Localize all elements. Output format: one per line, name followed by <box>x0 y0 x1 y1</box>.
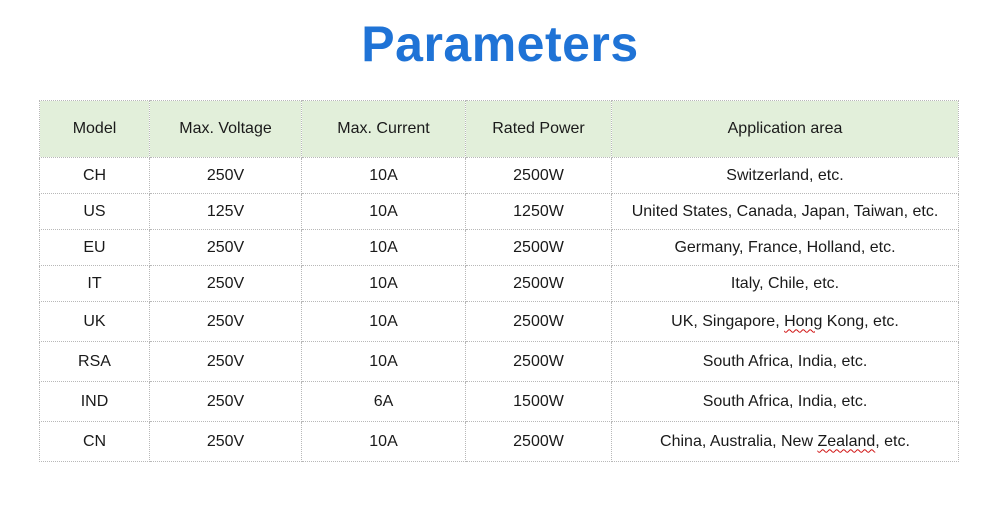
cell-application-area: UK, Singapore, Hong Kong, etc. <box>611 301 959 342</box>
cell-application-area: Germany, France, Holland, etc. <box>611 229 959 266</box>
cell-max-voltage: 250V <box>149 421 302 462</box>
cell-max-current: 6A <box>301 381 466 422</box>
cell-max-voltage: 125V <box>149 193 302 230</box>
cell-model: CH <box>39 157 150 194</box>
cell-max-voltage: 250V <box>149 229 302 266</box>
cell-max-voltage: 250V <box>149 157 302 194</box>
cell-max-current: 10A <box>301 341 466 382</box>
cell-model: EU <box>39 229 150 266</box>
cell-application-area: China, Australia, New Zealand, etc. <box>611 421 959 462</box>
cell-rated-power: 2500W <box>465 229 612 266</box>
cell-rated-power: 2500W <box>465 341 612 382</box>
cell-max-current: 10A <box>301 193 466 230</box>
cell-application-area: South Africa, India, etc. <box>611 381 959 422</box>
table-header-row: Model Max. Voltage Max. Current Rated Po… <box>39 100 959 158</box>
cell-model: US <box>39 193 150 230</box>
cell-rated-power: 2500W <box>465 421 612 462</box>
cell-max-current: 10A <box>301 229 466 266</box>
cell-model: RSA <box>39 341 150 382</box>
cell-model: CN <box>39 421 150 462</box>
header-rated-power: Rated Power <box>465 100 612 158</box>
cell-rated-power: 1500W <box>465 381 612 422</box>
cell-rated-power: 2500W <box>465 265 612 302</box>
cell-application-area: South Africa, India, etc. <box>611 341 959 382</box>
header-max-current: Max. Current <box>301 100 466 158</box>
cell-application-area: Italy, Chile, etc. <box>611 265 959 302</box>
header-max-voltage: Max. Voltage <box>149 100 302 158</box>
parameters-table: Model Max. Voltage Max. Current Rated Po… <box>39 100 959 462</box>
spellcheck-underline: Hong <box>784 312 823 330</box>
table-row: EU 250V 10A 2500W Germany, France, Holla… <box>39 229 959 266</box>
cell-max-current: 10A <box>301 421 466 462</box>
cell-max-current: 10A <box>301 301 466 342</box>
header-application-area: Application area <box>611 100 959 158</box>
table-row: UK 250V 10A 2500W UK, Singapore, Hong Ko… <box>39 301 959 342</box>
table-row: RSA 250V 10A 2500W South Africa, India, … <box>39 341 959 382</box>
table-row: CH 250V 10A 2500W Switzerland, etc. <box>39 157 959 194</box>
page-title: Parameters <box>361 16 639 72</box>
cell-max-current: 10A <box>301 157 466 194</box>
cell-max-voltage: 250V <box>149 301 302 342</box>
table-row: CN 250V 10A 2500W China, Australia, New … <box>39 421 959 462</box>
spellcheck-underline: Zealand <box>817 432 876 450</box>
cell-max-voltage: 250V <box>149 381 302 422</box>
cell-max-current: 10A <box>301 265 466 302</box>
cell-rated-power: 2500W <box>465 301 612 342</box>
cell-model: IT <box>39 265 150 302</box>
cell-max-voltage: 250V <box>149 265 302 302</box>
cell-application-area: Switzerland, etc. <box>611 157 959 194</box>
cell-application-area: United States, Canada, Japan, Taiwan, et… <box>611 193 959 230</box>
cell-model: UK <box>39 301 150 342</box>
table-row: US 125V 10A 1250W United States, Canada,… <box>39 193 959 230</box>
cell-rated-power: 1250W <box>465 193 612 230</box>
cell-rated-power: 2500W <box>465 157 612 194</box>
table-row: IT 250V 10A 2500W Italy, Chile, etc. <box>39 265 959 302</box>
header-model: Model <box>39 100 150 158</box>
table-row: IND 250V 6A 1500W South Africa, India, e… <box>39 381 959 422</box>
cell-model: IND <box>39 381 150 422</box>
cell-max-voltage: 250V <box>149 341 302 382</box>
